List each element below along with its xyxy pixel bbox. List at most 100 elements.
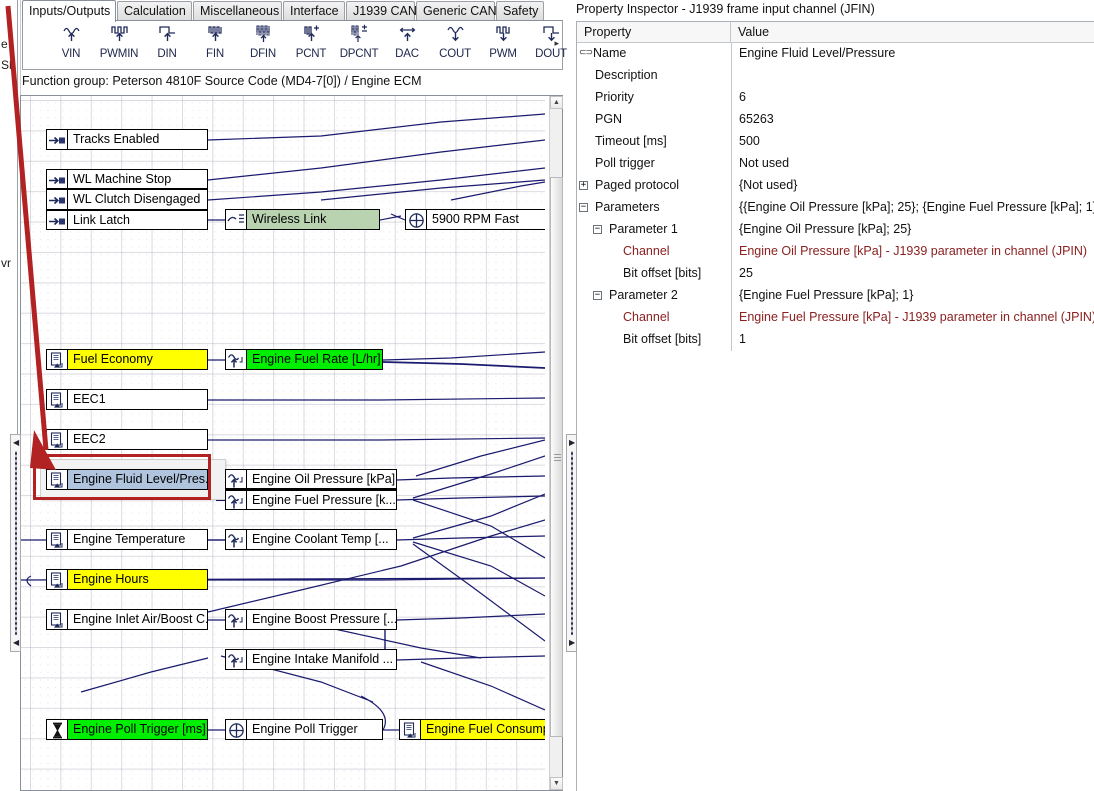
scroll-thumb[interactable] — [550, 177, 563, 737]
property-grid[interactable]: Property Value ⊂⊃ Name Engine Fluid Level/… — [576, 21, 1094, 791]
diagram-canvas[interactable]: Tracks Enabled WL Machine Stop WL Clutch D… — [21, 96, 545, 790]
property-value[interactable]: {Engine Fuel Pressure [kPa]; 1} — [739, 285, 913, 307]
ribbon-button-vin[interactable]: VIN — [47, 23, 95, 68]
property-value[interactable]: Not used — [739, 153, 789, 175]
splitter-left-arrow-bottom[interactable]: ◀ — [13, 639, 19, 647]
property-row[interactable]: Timeout [ms] 500 — [577, 131, 1094, 153]
property-row[interactable]: Description — [577, 65, 1094, 87]
property-value[interactable]: 65263 — [739, 109, 774, 131]
scroll-up-button[interactable]: ▲ — [550, 96, 563, 109]
property-value[interactable]: 25 — [739, 263, 753, 285]
tab-j1939-can[interactable]: J1939 CAN — [346, 1, 417, 21]
property-name: Parameter 1 — [609, 222, 678, 236]
diagram-node[interactable]: Engine Oil Pressure [kPa] — [225, 469, 397, 490]
tab-safety[interactable]: Safety — [496, 1, 544, 21]
diagram-node[interactable]: Engine Inlet Air/Boost C... — [46, 609, 208, 630]
ribbon-button-fin[interactable]: FIN — [191, 23, 239, 68]
diagram-node[interactable]: Engine Fluid Level/Pres... — [46, 469, 208, 490]
property-row[interactable]: − Parameter 1 {Engine Oil Pressure [kPa]; … — [577, 219, 1094, 241]
property-row[interactable]: Poll trigger Not used — [577, 153, 1094, 175]
left-panel-splitter[interactable]: ◀ ◀ — [10, 434, 21, 652]
ribbon-button-din[interactable]: DIN — [143, 23, 191, 68]
property-value[interactable]: 6 — [739, 87, 746, 109]
diagram-node[interactable]: Engine Poll Trigger [ms] — [46, 719, 208, 740]
property-name: Poll trigger — [595, 156, 655, 170]
diagram-node[interactable]: EEC1 — [46, 389, 208, 410]
diagram-canvas-frame: Tracks Enabled WL Machine Stop WL Clutch D… — [20, 95, 563, 791]
tab-generic-can[interactable]: Generic CAN — [416, 1, 497, 21]
diagram-node[interactable]: Engine Fuel Pressure [k... — [225, 489, 397, 510]
diagram-node[interactable]: EEC2 — [46, 429, 208, 450]
diagram-node[interactable]: Engine Fuel Rate [L/hr] — [225, 349, 383, 370]
diagram-node[interactable]: Engine Poll Trigger — [225, 719, 383, 740]
diagram-node[interactable]: Link Latch — [46, 209, 208, 230]
ribbon-button-pwmin[interactable]: PWMIN — [95, 23, 143, 68]
property-row[interactable]: Bit offset [bits] 25 — [577, 263, 1094, 285]
diagram-node[interactable]: Wireless Link — [225, 209, 380, 230]
tab-interface[interactable]: Interface — [283, 1, 345, 21]
property-name: Parameter 2 — [609, 288, 678, 302]
diagram-node[interactable]: Fuel Economy — [46, 349, 208, 370]
property-row[interactable]: Channel Engine Fuel Pressure [kPa] - J193… — [577, 307, 1094, 329]
tab-miscellaneous[interactable]: Miscellaneous — [193, 1, 282, 21]
property-row[interactable]: Priority 6 — [577, 87, 1094, 109]
property-value[interactable]: {{Engine Oil Pressure [kPa]; 25}; {Engin… — [739, 197, 1094, 219]
ribbon-button-dout[interactable]: DOUT — [527, 23, 575, 68]
ribbon-button-pcnt[interactable]: PCNT — [287, 23, 335, 68]
diagram-node[interactable]: Engine Fuel Consumpt — [399, 719, 545, 740]
j1939-param-icon — [226, 491, 247, 509]
property-value[interactable]: {Not used} — [739, 175, 797, 197]
column-header-property[interactable]: Property — [577, 22, 731, 43]
property-row[interactable]: − Parameters {{Engine Oil Pressure [kPa]; … — [577, 197, 1094, 219]
column-header-value[interactable]: Value — [731, 22, 769, 43]
property-value[interactable]: Engine Fuel Pressure [kPa] - J1939 param… — [739, 307, 1094, 329]
j1939-param-icon — [226, 470, 247, 488]
canvas-vertical-scrollbar[interactable]: ▲ ▼ — [549, 96, 563, 790]
property-row[interactable]: Bit offset [bits] 1 — [577, 329, 1094, 351]
ribbon-button-cout[interactable]: COUT — [431, 23, 479, 68]
property-row[interactable]: ⊂⊃ Name Engine Fluid Level/Pressure — [577, 43, 1094, 65]
property-value[interactable]: Engine Fluid Level/Pressure — [739, 43, 895, 65]
diagram-node[interactable]: Engine Coolant Temp [... — [225, 529, 397, 550]
diagram-node-label: Tracks Enabled — [73, 132, 160, 146]
ribbon-overflow-icon[interactable]: ▸ — [554, 38, 559, 49]
diagram-node[interactable]: Engine Temperature — [46, 529, 208, 550]
ribbon-button-dac[interactable]: DAC — [383, 23, 431, 68]
property-value[interactable]: 1 — [739, 329, 746, 351]
digital-in-icon — [143, 24, 191, 48]
ribbon-button-pwm[interactable]: PWM — [479, 23, 527, 68]
diagram-node[interactable]: WL Machine Stop — [46, 169, 208, 190]
diagram-node[interactable]: Engine Hours — [46, 569, 208, 590]
tab-calculation[interactable]: Calculation — [117, 1, 192, 21]
property-row[interactable]: + Paged protocol {Not used} — [577, 175, 1094, 197]
collapse-icon[interactable]: − — [593, 291, 602, 300]
property-row[interactable]: PGN 65263 — [577, 109, 1094, 131]
property-value[interactable]: {Engine Oil Pressure [kPa]; 25} — [739, 219, 911, 241]
j1939-param-icon — [226, 350, 247, 369]
splitter-right-arrow-top[interactable]: ▶ — [569, 439, 575, 447]
collapse-icon[interactable]: − — [593, 225, 602, 234]
property-row[interactable]: − Parameter 2 {Engine Fuel Pressure [kPa];… — [577, 285, 1094, 307]
property-value[interactable]: 500 — [739, 131, 760, 153]
splitter-left-arrow-top[interactable]: ◀ — [13, 439, 19, 447]
tab-inputs-outputs[interactable]: Inputs/Outputs — [22, 0, 116, 22]
collapse-icon[interactable]: − — [579, 203, 588, 212]
diagram-node[interactable]: Engine Intake Manifold ... — [225, 649, 397, 670]
expand-icon[interactable]: + — [579, 181, 588, 190]
property-value[interactable]: Engine Oil Pressure [kPa] - J1939 parame… — [739, 241, 1087, 263]
digital-in-port-icon — [47, 170, 68, 188]
diagram-node[interactable]: WL Clutch Disengaged — [46, 189, 208, 210]
right-panel-splitter[interactable]: ▶ ▶ — [566, 434, 577, 652]
column-divider[interactable] — [731, 43, 732, 351]
splitter-right-arrow-bottom[interactable]: ▶ — [569, 639, 575, 647]
property-row[interactable]: Channel Engine Oil Pressure [kPa] - J1939… — [577, 241, 1094, 263]
ribbon-button-dfin[interactable]: DFIN — [239, 23, 287, 68]
diagram-node[interactable]: Engine Boost Pressure [... — [225, 609, 397, 630]
scroll-down-button[interactable]: ▼ — [550, 777, 563, 790]
ribbon-button-dpcnt[interactable]: DPCNT — [335, 23, 383, 68]
j1939-param-icon — [226, 610, 247, 629]
ribbon-tabstrip: Inputs/Outputs Calculation Miscellaneous In… — [22, 0, 563, 22]
diagram-node[interactable]: Tracks Enabled — [46, 129, 208, 150]
diagram-node-label: 5900 RPM Fast — [432, 212, 519, 226]
diagram-node[interactable]: 5900 RPM Fast — [405, 209, 545, 230]
